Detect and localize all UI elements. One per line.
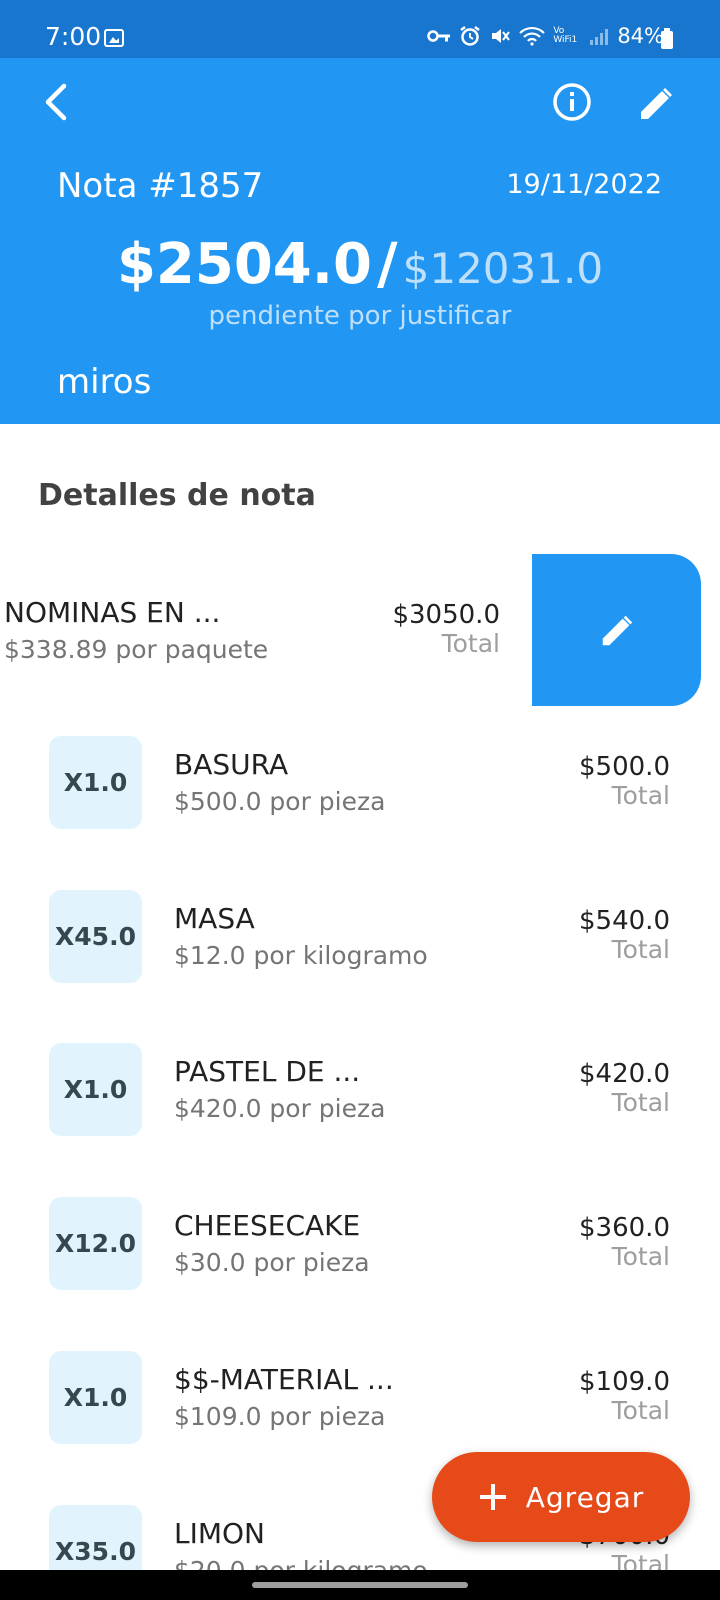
item-total-label: Total (611, 1396, 670, 1425)
item-name: BASURA (174, 748, 289, 781)
swipe-edit-button[interactable] (532, 554, 701, 706)
item-unit-price: $12.0 por kilogramo (174, 941, 428, 970)
list-item[interactable]: X1.0 PASTEL DE ... $420.0 por pieza $420… (0, 1043, 720, 1143)
vpn-key-icon (427, 30, 451, 42)
status-icons: Vo WiFi1 84% (427, 24, 664, 48)
item-total-label: Total (611, 1242, 670, 1271)
item-unit-price: $500.0 por pieza (174, 787, 386, 816)
plus-icon (479, 1484, 506, 1510)
quantity-badge: X1.0 (49, 736, 142, 829)
wifi-icon (519, 26, 546, 46)
item-name: LIMON (174, 1517, 265, 1550)
item-name: NOMINAS EN ... (4, 596, 221, 629)
item-total: $360.0 (579, 1213, 670, 1243)
item-total: $109.0 (579, 1367, 670, 1397)
item-name: PASTEL DE ... (174, 1055, 361, 1088)
item-total: $3050.0 (392, 600, 500, 630)
mute-icon (492, 29, 511, 43)
system-nav-bar (0, 1570, 720, 1600)
item-name: CHEESECAKE (174, 1209, 361, 1242)
pencil-icon (641, 88, 672, 119)
list-item[interactable]: X45.0 MASA $12.0 por kilogramo $540.0 To… (0, 890, 720, 990)
status-bar: 7:00 Vo WiFi1 84% (0, 0, 720, 58)
home-gesture-handle[interactable] (252, 1582, 468, 1588)
gallery-notification-icon (104, 29, 124, 47)
chevron-left-icon (45, 83, 67, 121)
pending-label: pendiente por justificar (208, 301, 512, 331)
item-unit-price: $420.0 por pieza (174, 1094, 386, 1123)
item-unit-price: $338.89 por paquete (4, 635, 269, 664)
amounts-summary: $2504.0 / $12031.0 (0, 232, 720, 297)
info-icon (553, 83, 591, 121)
item-unit-price: $109.0 por pieza (174, 1402, 386, 1431)
item-total-label: Total (611, 935, 670, 964)
amount-total: $12031.0 (402, 244, 604, 293)
signal-icon (590, 29, 609, 45)
note-number: Nota #1857 (57, 166, 264, 206)
item-total-label: Total (441, 629, 500, 658)
list-item-swiped[interactable]: NOMINAS EN ... $338.89 por paquete $3050… (0, 554, 720, 706)
wifi-calling-label: Vo WiFi1 (553, 26, 578, 45)
info-button[interactable] (552, 82, 592, 122)
list-item[interactable]: X1.0 BASURA $500.0 por pieza $500.0 Tota… (0, 736, 720, 836)
amount-separator: / (377, 232, 398, 297)
item-unit-price: $30.0 por pieza (174, 1248, 370, 1277)
item-total-label: Total (611, 1088, 670, 1117)
item-total: $540.0 (579, 906, 670, 936)
quantity-badge: X1.0 (49, 1043, 142, 1136)
add-button[interactable]: Agregar (432, 1452, 690, 1542)
client-name: miros (57, 362, 152, 402)
note-header: Nota #1857 19/11/2022 $2504.0 / $12031.0… (0, 58, 720, 424)
item-total-label: Total (611, 781, 670, 810)
section-title: Detalles de nota (38, 478, 316, 513)
amount-pending: $2504.0 (116, 232, 372, 297)
battery-icon (661, 28, 673, 49)
battery-percent: 84% (617, 24, 664, 48)
edit-note-button[interactable] (636, 84, 676, 124)
quantity-badge: X12.0 (49, 1197, 142, 1290)
item-name: MASA (174, 902, 255, 935)
alarm-icon (460, 26, 481, 46)
item-total: $500.0 (579, 752, 670, 782)
back-button[interactable] (36, 80, 80, 124)
list-item[interactable]: X1.0 $$-MATERIAL ... $109.0 por pieza $1… (0, 1351, 720, 1451)
item-name: $$-MATERIAL ... (174, 1363, 394, 1396)
note-date: 19/11/2022 (506, 169, 662, 200)
item-total: $420.0 (579, 1059, 670, 1089)
pencil-icon (602, 615, 633, 646)
quantity-badge: X1.0 (49, 1351, 142, 1444)
status-time: 7:00 (45, 22, 102, 51)
quantity-badge: X45.0 (49, 890, 142, 983)
list-item[interactable]: X12.0 CHEESECAKE $30.0 por pieza $360.0 … (0, 1197, 720, 1297)
add-button-label: Agregar (525, 1480, 645, 1514)
